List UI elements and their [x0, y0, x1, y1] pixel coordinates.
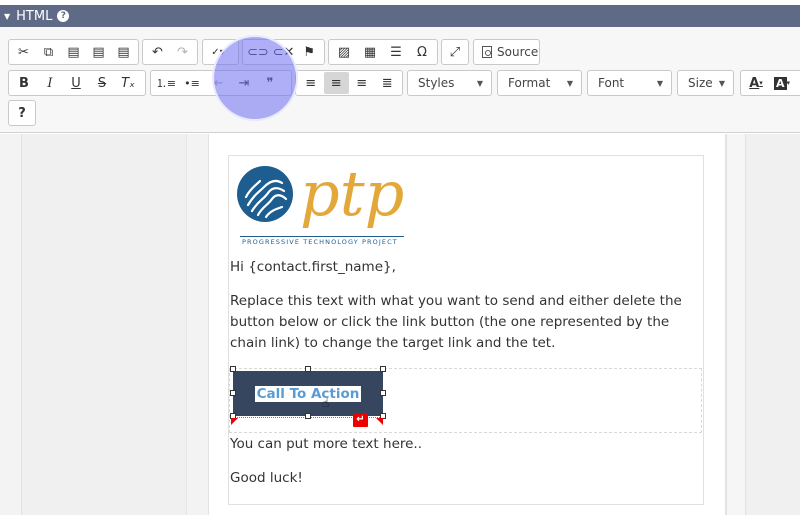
widget-left-marker-icon	[231, 418, 238, 425]
ptp-logo-mark-icon	[237, 166, 293, 222]
horizontal-line-icon[interactable]: ☰	[383, 41, 409, 63]
styles-dropdown[interactable]: Styles ▼	[407, 70, 492, 96]
align-group: ≡ ≡ ≡ ≣	[295, 70, 403, 96]
redo-icon[interactable]: ↷	[170, 41, 195, 63]
undo-redo-group: ↶ ↷	[142, 39, 198, 65]
bold-icon[interactable]: B	[11, 72, 37, 94]
text-color-icon[interactable]: A ▾	[743, 72, 769, 94]
widget-right-marker-icon	[376, 418, 383, 425]
special-char-icon[interactable]: Ω	[409, 41, 435, 63]
paste-text-icon[interactable]: ▤	[86, 41, 111, 63]
justify-icon[interactable]: ≣	[375, 72, 401, 94]
maximize-icon[interactable]: ⤢	[444, 41, 466, 63]
maximize-group: ⤢	[441, 39, 469, 65]
styles-label: Styles	[418, 76, 455, 90]
help-group: ?	[8, 100, 36, 126]
more-text-paragraph[interactable]: You can put more text here..	[230, 434, 700, 455]
cut-icon[interactable]: ✂	[11, 41, 36, 63]
chevron-down-icon: ▼	[566, 78, 573, 88]
source-label: Source	[497, 45, 539, 59]
align-left-icon[interactable]: ≡	[298, 72, 324, 94]
size-dropdown[interactable]: Size ▼	[677, 70, 734, 96]
paste-icon[interactable]: ▤	[61, 41, 86, 63]
italic-icon[interactable]: I	[37, 72, 63, 94]
source-doc-icon	[482, 46, 492, 58]
new-line-enter-icon[interactable]: ↵	[353, 413, 368, 427]
background-color-icon[interactable]: A ▾	[769, 72, 795, 94]
numbered-list-icon[interactable]: ⒈≡	[153, 72, 179, 94]
highlight-circle	[212, 35, 298, 121]
collapse-caret-icon[interactable]: ▼	[4, 12, 10, 21]
source-group: Source	[473, 39, 540, 65]
chevron-down-icon: ▼	[718, 78, 725, 88]
resize-handle[interactable]	[380, 366, 386, 372]
table-icon[interactable]: ▦	[357, 41, 383, 63]
editor-left-margin	[0, 134, 22, 515]
help-button[interactable]: ?	[11, 102, 33, 124]
undo-icon[interactable]: ↶	[145, 41, 170, 63]
resize-handle[interactable]	[305, 366, 311, 372]
greeting-text[interactable]: Hi {contact.first_name},	[230, 257, 700, 278]
ptp-logo: ptp PROGRESSIVE TECHNOLOGY PROJECT	[236, 163, 408, 247]
closing-text[interactable]: Good luck!	[230, 468, 700, 489]
resize-handle[interactable]	[230, 390, 236, 396]
align-right-icon[interactable]: ≡	[349, 72, 375, 94]
panel-header[interactable]: ▼ HTML ?	[0, 5, 800, 27]
copy-icon[interactable]: ⧉	[36, 41, 61, 63]
editor-toolbar: ✂ ⧉ ▤ ▤ ▤ ↶ ↷ ✓▾ ⊂⊃ ⊂✕ ⚑ ▨ ▦ ☰ Ω ⤢ Sourc…	[0, 27, 800, 133]
logo-tagline: PROGRESSIVE TECHNOLOGY PROJECT	[242, 238, 398, 246]
format-dropdown[interactable]: Format ▼	[497, 70, 582, 96]
chevron-down-icon: ▼	[476, 78, 483, 88]
basic-styles-group: B I U S Tₓ	[8, 70, 146, 96]
body-paragraph[interactable]: Replace this text with what you want to …	[230, 291, 700, 354]
logo-wordmark: ptp	[300, 157, 405, 230]
hand-cursor-icon: ☝	[322, 396, 330, 410]
editor-right-margin	[726, 134, 746, 515]
call-to-action-button[interactable]: Call To Action	[233, 371, 383, 416]
bulleted-list-icon[interactable]: •≡	[179, 72, 205, 94]
help-circle-icon[interactable]: ?	[57, 10, 70, 22]
format-label: Format	[508, 76, 551, 90]
font-dropdown[interactable]: Font ▼	[587, 70, 672, 96]
chevron-down-icon: ▼	[656, 78, 663, 88]
color-group: A ▾ A ▾	[740, 70, 800, 96]
image-icon[interactable]: ▨	[331, 41, 357, 63]
insert-group: ▨ ▦ ☰ Ω	[328, 39, 438, 65]
resize-handle[interactable]	[230, 366, 236, 372]
panel-title: HTML	[16, 8, 53, 24]
font-label: Font	[598, 76, 625, 90]
align-center-icon[interactable]: ≡	[323, 72, 349, 94]
resize-handle[interactable]	[305, 413, 311, 419]
anchor-flag-icon[interactable]: ⚑	[296, 41, 322, 63]
source-button[interactable]: Source	[476, 45, 544, 59]
clipboard-group: ✂ ⧉ ▤ ▤ ▤	[8, 39, 139, 65]
cta-label: Call To Action	[254, 385, 362, 402]
underline-icon[interactable]: U	[63, 72, 89, 94]
editor-outer-column	[186, 134, 208, 515]
resize-handle[interactable]	[380, 390, 386, 396]
logo-divider	[240, 236, 404, 237]
size-label: Size	[688, 76, 713, 90]
strike-icon[interactable]: S	[89, 72, 115, 94]
remove-format-icon[interactable]: Tₓ	[115, 72, 141, 94]
paste-word-icon[interactable]: ▤	[111, 41, 136, 63]
